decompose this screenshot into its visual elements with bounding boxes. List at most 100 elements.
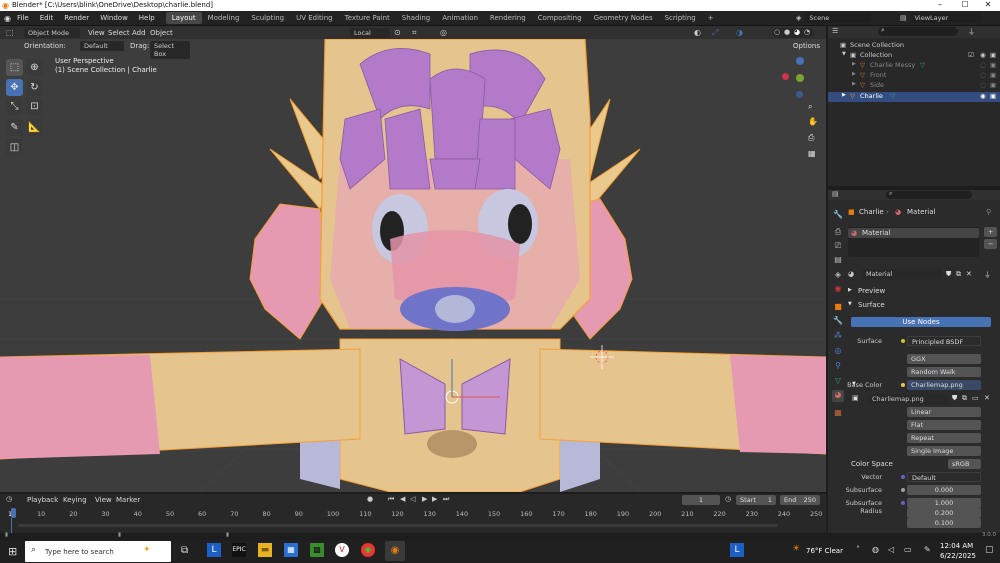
orientation-dropdown[interactable]: Default (80, 41, 124, 51)
eye-hidden-icon[interactable]: ◌ (980, 71, 986, 79)
extension-dropdown[interactable]: Repeat (907, 433, 981, 443)
add-menu[interactable]: Add (132, 29, 146, 37)
remove-slot-button[interactable]: − (984, 239, 998, 249)
render-tab-icon[interactable]: ⎙ (832, 227, 844, 239)
scene-tab-icon[interactable]: ◈ (832, 270, 844, 282)
tab-modeling[interactable]: Modeling (202, 12, 246, 24)
menu-window[interactable]: Window (100, 14, 128, 22)
network-icon[interactable]: ◍ (872, 545, 879, 554)
expand-arrow-icon[interactable]: ▶ (852, 71, 856, 77)
options-menu[interactable]: Options (793, 42, 820, 50)
object-menu[interactable]: Object (150, 29, 173, 37)
maximize-button[interactable]: ☐ (955, 0, 975, 9)
tab-uv-editing[interactable]: UV Editing (290, 12, 339, 24)
gizmo-icon[interactable]: ⤢ (712, 28, 718, 38)
file-explorer-icon[interactable]: ▬ (258, 543, 272, 557)
close-button[interactable]: ✕ (978, 0, 998, 9)
subsurface-radius-y[interactable]: 0.200 (907, 508, 981, 518)
snap-icon[interactable]: ⌗ (412, 28, 417, 38)
ortho-grid-icon[interactable]: ▦ (808, 149, 816, 158)
rendered-shading-icon[interactable]: ◔ (804, 28, 810, 36)
outliner-search-input[interactable]: ⌕ (878, 26, 958, 36)
rotate-tool-icon[interactable]: ↻ (26, 79, 43, 96)
tab-animation[interactable]: Animation (436, 12, 484, 24)
view-menu[interactable]: View (88, 29, 105, 37)
minimize-button[interactable]: – (930, 0, 950, 9)
blender-taskbar-icon[interactable]: ◉ (385, 541, 405, 561)
scene-selector[interactable]: ◈ Scene (796, 13, 872, 23)
chrome-icon[interactable]: ◉ (361, 543, 375, 557)
camera-icon[interactable]: ▣ (990, 81, 996, 89)
l-app-icon[interactable]: L (207, 543, 221, 557)
interpolation-dropdown[interactable]: Linear (907, 407, 981, 417)
z-axis-icon[interactable] (796, 57, 804, 65)
image-name-field[interactable]: Charliemap.png (868, 394, 948, 404)
weather-icon[interactable]: ☀ (792, 544, 800, 554)
output-tab-icon[interactable]: ⎚ (832, 241, 844, 253)
menu-help[interactable]: Help (139, 14, 155, 22)
timeline-ruler[interactable]: 1102030405060708090100110120130140150160… (0, 494, 826, 533)
visibility-icon[interactable]: ◐ (694, 28, 701, 37)
notification-icon[interactable]: ▢ (985, 545, 994, 555)
select-tool-icon[interactable]: ⬚ (6, 59, 23, 76)
solid-shading-icon[interactable]: ● (784, 28, 790, 36)
tab-scripting[interactable]: Scripting (659, 12, 702, 24)
minecraft-icon[interactable]: ▩ (310, 543, 324, 557)
tab-rendering[interactable]: Rendering (484, 12, 532, 24)
base-color-texture-field[interactable]: Charliemap.png (907, 380, 981, 390)
surface-panel-header[interactable]: ▼ Surface (846, 300, 996, 311)
menu-file[interactable]: File (17, 14, 29, 22)
timeline-scrollbar[interactable] (18, 524, 778, 527)
outliner-item-scene-collection[interactable]: ▣ Scene Collection (828, 41, 1000, 51)
world-tab-icon[interactable]: ◉ (832, 284, 844, 296)
pin-icon[interactable]: ⚲ (986, 208, 991, 216)
scale-tool-icon[interactable]: ⤡ (6, 98, 23, 115)
taskbar-search-box[interactable]: ⌕ Type here to search ✦ (25, 541, 171, 562)
image-browse-icon[interactable]: ▣ (852, 394, 859, 402)
expand-arrow-icon[interactable]: ▶ (842, 92, 846, 98)
eye-icon[interactable]: ◉ (980, 92, 986, 100)
expand-arrow-icon[interactable]: ▼ (842, 51, 846, 57)
move-tool-icon[interactable]: ✥ (6, 79, 23, 96)
pan-hand-icon[interactable]: ✋ (808, 117, 818, 126)
fake-user-icon[interactable]: ⛊ (952, 394, 957, 403)
volume-icon[interactable]: ◁ (888, 545, 894, 554)
battery-icon[interactable]: ▭ (904, 545, 912, 554)
tab-texture-paint[interactable]: Texture Paint (339, 12, 396, 24)
properties-type-icon[interactable]: ▤ (832, 190, 839, 198)
tab-shading[interactable]: Shading (396, 12, 436, 24)
unlink-icon[interactable]: ✕ (984, 394, 990, 402)
pivot-icon[interactable]: ⊙ (394, 28, 401, 37)
tab-geometry-nodes[interactable]: Geometry Nodes (588, 12, 659, 24)
tab-layout[interactable]: Layout (165, 12, 202, 24)
camera-icon[interactable]: ▣ (990, 51, 996, 59)
preview-panel-header[interactable]: ▶ Preview (846, 286, 996, 297)
wireframe-shading-icon[interactable]: ○ (774, 28, 780, 36)
eye-hidden-icon[interactable]: ◌ (980, 61, 986, 69)
select-menu[interactable]: Select (108, 29, 130, 37)
use-nodes-button[interactable]: Use Nodes (851, 317, 991, 327)
subsurface-method-dropdown[interactable]: Random Walk (907, 367, 981, 377)
outliner-item-collection[interactable]: ▼ ▣ Collection ☑ ◉ ▣ (828, 51, 1000, 61)
outliner-item-charlie[interactable]: ▶ ▽ Charlie ▽ ◉ ▣ (828, 92, 1000, 102)
menu-edit[interactable]: Edit (40, 14, 54, 22)
pen-icon[interactable]: ✎ (924, 545, 931, 554)
outliner-item-charlie-messy[interactable]: ▶ ▽ Charlie Messy ▽ ◌ ▣ (828, 61, 1000, 71)
neg-z-axis-icon[interactable] (796, 91, 803, 98)
fake-user-icon[interactable]: ⛊ (946, 270, 951, 279)
unlink-icon[interactable]: ✕ (966, 270, 972, 278)
drag-dropdown[interactable]: Select Box (150, 41, 190, 59)
subsurface-radius-x[interactable]: 1.000 (907, 498, 981, 508)
camera-icon[interactable]: ▣ (990, 61, 996, 69)
viewlayer-name-field[interactable]: ViewLayer (910, 13, 981, 23)
add-slot-button[interactable]: + (984, 227, 998, 237)
blender-menu-icon[interactable]: ◉ (4, 14, 11, 23)
playhead[interactable] (11, 508, 16, 518)
expand-arrow-icon[interactable]: ▶ (852, 81, 856, 87)
material-slot[interactable]: ◕ Material (848, 228, 979, 238)
camera-icon[interactable]: ▣ (990, 71, 996, 79)
editor-type-icon[interactable]: ⬚ (6, 28, 14, 37)
duplicate-icon[interactable]: ⧉ (962, 394, 967, 403)
navigation-gizmo[interactable] (782, 57, 818, 103)
outliner-type-icon[interactable]: ☰ (832, 27, 838, 35)
